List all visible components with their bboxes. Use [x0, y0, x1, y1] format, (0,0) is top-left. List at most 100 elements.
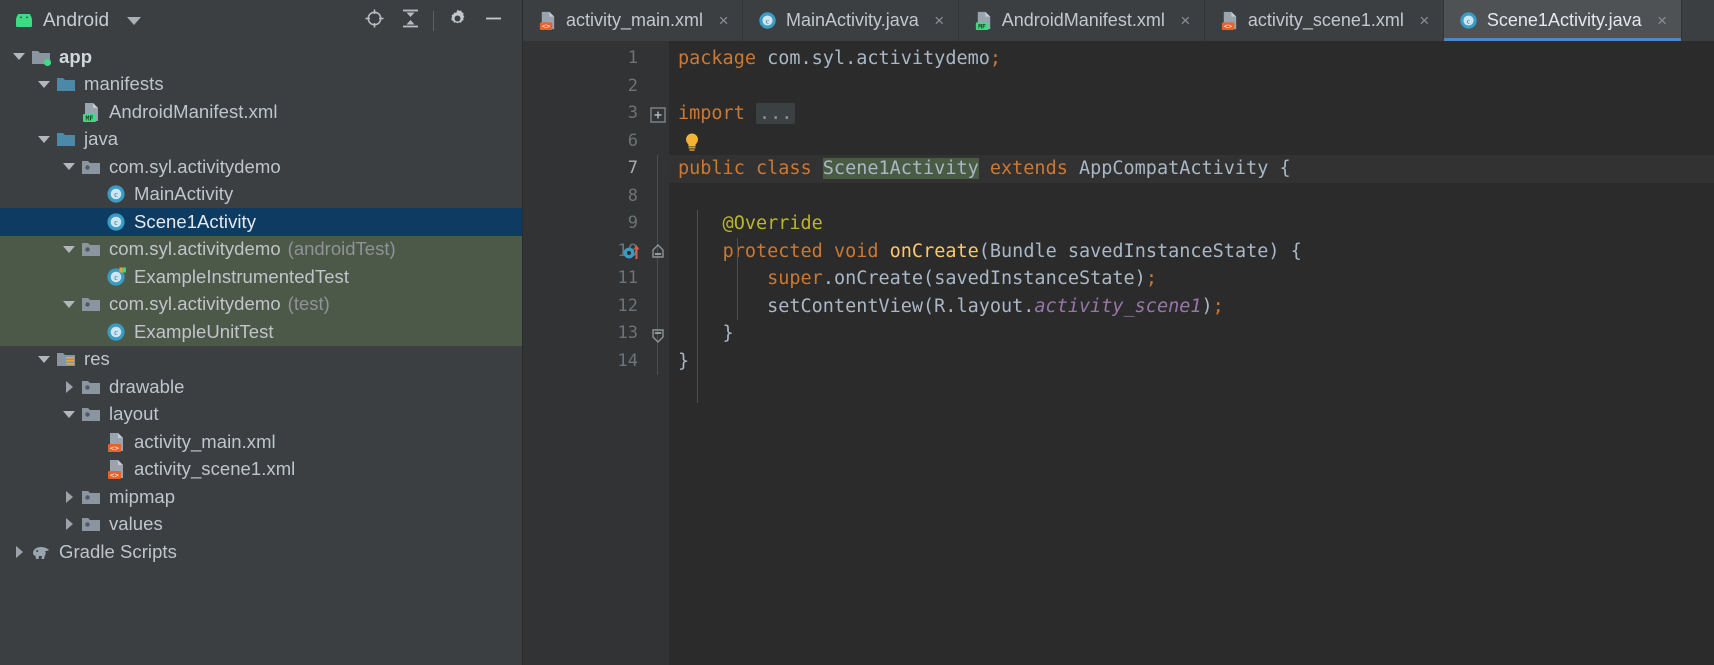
- line-number[interactable]: 9: [569, 210, 647, 238]
- folder-icon: [55, 128, 77, 150]
- line-number[interactable]: 2: [569, 73, 647, 101]
- project-view-selector[interactable]: Android: [14, 10, 142, 32]
- twisty-expanded-icon[interactable]: [33, 126, 55, 154]
- tree-node-com-syl-activitydemo[interactable]: com.syl.activitydemo (test): [0, 290, 523, 319]
- twisty-expanded-icon[interactable]: [58, 236, 80, 264]
- tree-node-label: Gradle Scripts: [59, 540, 177, 562]
- tree-node-activity-scene1-xml[interactable]: <> activity_scene1.xml: [0, 456, 523, 484]
- editor-tab-activity-main-xml[interactable]: <> activity_main.xml ×: [523, 0, 744, 41]
- line-number[interactable]: 13: [569, 320, 647, 348]
- select-opened-file-icon: [364, 8, 385, 34]
- project-tree[interactable]: app manifests MF AndroidManifest.xml java com…: [0, 41, 523, 665]
- tree-node-mipmap[interactable]: mipmap: [0, 483, 523, 511]
- line-number[interactable]: 12: [569, 293, 647, 321]
- close-icon[interactable]: ×: [932, 11, 947, 31]
- twisty-collapsed-icon[interactable]: [58, 483, 80, 511]
- tree-node-java[interactable]: java: [0, 126, 523, 154]
- twisty-collapsed-icon[interactable]: [8, 538, 30, 566]
- chevron-right-icon: [15, 545, 23, 558]
- code-line[interactable]: public class Scene1Activity extends AppC…: [669, 155, 1714, 183]
- code-line[interactable]: }: [669, 320, 1714, 348]
- collapse-all-button[interactable]: [392, 6, 428, 36]
- editor-tab-mainactivity-java[interactable]: c MainActivity.java ×: [743, 0, 959, 41]
- line-number-gutter[interactable]: 12367891011121314: [569, 41, 647, 665]
- twisty-collapsed-icon[interactable]: [58, 511, 80, 539]
- code-token: AppCompatActivity: [1078, 158, 1280, 179]
- code-line[interactable]: import ...: [669, 100, 1714, 128]
- code-line[interactable]: @Override: [669, 210, 1714, 238]
- twisty-expanded-icon[interactable]: [58, 153, 80, 181]
- tree-node-layout[interactable]: layout: [0, 401, 523, 429]
- code-editor[interactable]: 12367891011121314 package com.syl.activi…: [523, 41, 1714, 665]
- close-icon[interactable]: ×: [1178, 11, 1193, 31]
- tree-node-label: values: [109, 513, 163, 535]
- chevron-down-icon: [38, 135, 50, 143]
- twisty-none: [83, 428, 105, 456]
- code-line[interactable]: [669, 73, 1714, 101]
- line-number[interactable]: 11: [569, 265, 647, 293]
- editor-tab-scene1activity-java[interactable]: c Scene1Activity.java ×: [1443, 0, 1682, 41]
- chevron-down-icon[interactable]: [127, 16, 142, 25]
- tree-node-manifests[interactable]: manifests: [0, 71, 523, 99]
- tree-node-label: com.syl.activitydemo: [109, 238, 281, 260]
- tree-node-activity-main-xml[interactable]: <> activity_main.xml: [0, 428, 523, 456]
- collapse-fold-bottom-icon[interactable]: [647, 323, 669, 345]
- twisty-expanded-icon[interactable]: [58, 291, 80, 319]
- editor-tab-bar: <> activity_main.xml × c MainActivity.java × M…: [523, 0, 1714, 41]
- close-icon[interactable]: ×: [1417, 11, 1432, 31]
- twisty-expanded-icon[interactable]: [58, 401, 80, 429]
- line-number[interactable]: 3: [569, 100, 647, 128]
- override-method-marker-icon[interactable]: [621, 241, 643, 263]
- code-token: public: [678, 158, 756, 179]
- line-number[interactable]: 14: [569, 348, 647, 376]
- tree-node-values[interactable]: values: [0, 511, 523, 539]
- editor-tab-androidmanifest-xml[interactable]: MF AndroidManifest.xml ×: [959, 0, 1205, 41]
- editor-tab-label: AndroidManifest.xml: [1001, 10, 1165, 30]
- code-line[interactable]: super.onCreate(savedInstanceState);: [669, 265, 1714, 293]
- code-folding-strip[interactable]: [647, 41, 669, 665]
- code-line[interactable]: [669, 183, 1714, 211]
- code-line[interactable]: [669, 128, 1714, 156]
- line-number[interactable]: 1: [569, 45, 647, 73]
- panel-splitter[interactable]: [522, 0, 523, 665]
- tree-node-gradle-scripts[interactable]: Gradle Scripts: [0, 538, 523, 566]
- manifest-file-icon: MF: [973, 10, 994, 31]
- tree-node-exampleunittest[interactable]: c ExampleUnitTest: [0, 318, 523, 346]
- package-icon: [80, 486, 102, 508]
- tree-node-res[interactable]: res: [0, 346, 523, 374]
- tree-node-scene1activity[interactable]: c Scene1Activity: [0, 208, 523, 236]
- code-line[interactable]: }: [669, 348, 1714, 376]
- tree-node-label: ExampleUnitTest: [134, 320, 274, 342]
- tree-node-androidmanifest-xml[interactable]: MF AndroidManifest.xml: [0, 98, 523, 126]
- intention-bulb-icon[interactable]: [681, 131, 703, 158]
- code-line[interactable]: package com.syl.activitydemo;: [669, 45, 1714, 73]
- tree-node-exampleinstrumentedtest[interactable]: c ExampleInstrumentedTest: [0, 263, 523, 291]
- twisty-expanded-icon[interactable]: [8, 43, 30, 71]
- line-number[interactable]: 6: [569, 128, 647, 156]
- code-token: Scene1Activity: [822, 158, 979, 179]
- close-icon[interactable]: ×: [716, 11, 731, 31]
- twisty-expanded-icon[interactable]: [33, 71, 55, 99]
- code-text-area[interactable]: package com.syl.activitydemo; import ...…: [669, 41, 1714, 665]
- tree-node-mainactivity[interactable]: c MainActivity: [0, 181, 523, 209]
- tree-node-app[interactable]: app: [0, 43, 523, 71]
- close-icon[interactable]: ×: [1655, 11, 1670, 31]
- collapse-fold-top-icon[interactable]: [647, 241, 669, 263]
- code-line[interactable]: setContentView(R.layout.activity_scene1)…: [669, 293, 1714, 321]
- twisty-expanded-icon[interactable]: [33, 346, 55, 374]
- tree-node-com-syl-activitydemo[interactable]: com.syl.activitydemo: [0, 153, 523, 181]
- line-number[interactable]: 7: [569, 155, 647, 183]
- settings-button[interactable]: [439, 6, 475, 36]
- hide-panel-button[interactable]: [475, 6, 511, 36]
- tree-node-com-syl-activitydemo[interactable]: com.syl.activitydemo (androidTest): [0, 235, 523, 264]
- twisty-collapsed-icon[interactable]: [58, 373, 80, 401]
- editor-tab-activity-scene1-xml[interactable]: <> activity_scene1.xml ×: [1205, 0, 1444, 41]
- line-number[interactable]: 8: [569, 183, 647, 211]
- tree-node-label: activity_scene1.xml: [134, 458, 296, 480]
- package-icon: [80, 403, 102, 425]
- select-opened-file-button[interactable]: [356, 6, 392, 36]
- code-line[interactable]: protected void onCreate(Bundle savedInst…: [669, 238, 1714, 266]
- editor-area: <> activity_main.xml × c MainActivity.java × M…: [523, 0, 1714, 665]
- tree-node-drawable[interactable]: drawable: [0, 373, 523, 401]
- expand-fold-icon[interactable]: [647, 103, 669, 125]
